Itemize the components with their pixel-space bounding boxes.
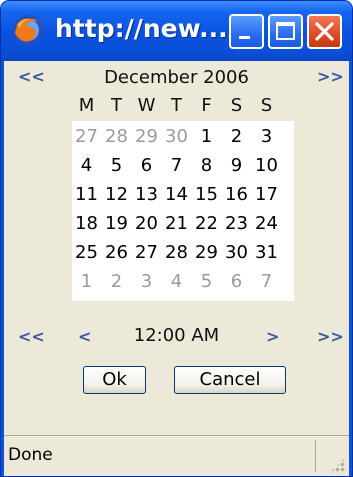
day-cell-other-month[interactable]: 7 xyxy=(253,268,280,295)
weekday-label: T xyxy=(171,95,182,116)
day-cell[interactable]: 21 xyxy=(163,210,190,237)
weekday-label: S xyxy=(260,95,273,116)
time-value: 12:00 AM xyxy=(133,325,220,346)
status-divider xyxy=(315,440,316,472)
day-cell[interactable]: 4 xyxy=(73,152,100,179)
day-cell[interactable]: 23 xyxy=(223,210,250,237)
day-cell[interactable]: 14 xyxy=(163,181,190,208)
title-bar[interactable]: http://new... xyxy=(1,1,352,61)
day-cell[interactable]: 29 xyxy=(193,239,220,266)
resize-grip[interactable] xyxy=(330,457,346,473)
day-cell-other-month[interactable]: 2 xyxy=(103,268,130,295)
day-cell-other-month[interactable]: 27 xyxy=(73,123,100,150)
day-cell-other-month[interactable]: 6 xyxy=(223,268,250,295)
close-icon xyxy=(315,22,334,41)
day-cell[interactable]: 26 xyxy=(103,239,130,266)
day-cell[interactable]: 19 xyxy=(103,210,130,237)
day-cell[interactable]: 8 xyxy=(193,152,220,179)
day-cell-other-month[interactable]: 28 xyxy=(103,123,130,150)
weekday-label: W xyxy=(137,95,156,116)
firefox-icon xyxy=(13,15,43,45)
day-cell[interactable]: 24 xyxy=(253,210,280,237)
day-cell[interactable]: 17 xyxy=(253,181,280,208)
close-button[interactable] xyxy=(307,14,342,49)
day-cell[interactable]: 10 xyxy=(253,152,280,179)
day-cell-other-month[interactable]: 3 xyxy=(133,268,160,295)
weekday-label: M xyxy=(78,95,95,116)
day-cell[interactable]: 22 xyxy=(193,210,220,237)
day-cell[interactable]: 20 xyxy=(133,210,160,237)
time-forward-button[interactable]: > xyxy=(266,327,279,346)
weekday-label: F xyxy=(201,95,212,116)
day-cell[interactable]: 31 xyxy=(253,239,280,266)
next-month-button[interactable]: >> xyxy=(317,67,344,86)
day-cell[interactable]: 9 xyxy=(223,152,250,179)
minimize-button[interactable] xyxy=(229,14,264,49)
window-content: << December 2006 >> MTWTFSS 27 28 29 30 1 2 3 4… xyxy=(4,61,349,476)
day-cell[interactable]: 6 xyxy=(133,152,160,179)
day-cell[interactable]: 28 xyxy=(163,239,190,266)
day-cell-other-month[interactable]: 1 xyxy=(73,268,100,295)
day-cell[interactable]: 15 xyxy=(193,181,220,208)
day-cell[interactable]: 1 xyxy=(193,123,220,150)
time-forward-fast-button[interactable]: >> xyxy=(317,327,344,346)
day-cell[interactable]: 16 xyxy=(223,181,250,208)
window-title: http://new... xyxy=(55,14,228,43)
maximize-button[interactable] xyxy=(268,14,303,49)
day-cell[interactable]: 25 xyxy=(73,239,100,266)
minimize-icon xyxy=(239,36,250,39)
day-cell-other-month[interactable]: 29 xyxy=(133,123,160,150)
calendar-grid: 27 28 29 30 1 2 3 4 5 6 7 8 9 10 11 12 13 14 15 16 17 18 19 20 2… xyxy=(72,121,294,301)
weekday-label: S xyxy=(230,95,243,116)
day-cell[interactable]: 13 xyxy=(133,181,160,208)
day-cell-other-month[interactable]: 5 xyxy=(193,268,220,295)
day-cell[interactable]: 3 xyxy=(253,123,280,150)
month-navigation: << December 2006 >> xyxy=(4,65,349,91)
day-cell[interactable]: 11 xyxy=(73,181,100,208)
day-cell-other-month[interactable]: 30 xyxy=(163,123,190,150)
day-cell[interactable]: 27 xyxy=(133,239,160,266)
day-cell-other-month[interactable]: 4 xyxy=(163,268,190,295)
cancel-button[interactable]: Cancel xyxy=(174,366,286,394)
popup-window: http://new... << December 2006 >> MTWTFS… xyxy=(0,0,353,477)
maximize-icon xyxy=(276,22,295,40)
weekday-header: MTWTFSS xyxy=(4,95,349,121)
weekday-label: T xyxy=(111,95,122,116)
ok-button[interactable]: Ok xyxy=(83,366,146,394)
day-cell[interactable]: 12 xyxy=(103,181,130,208)
day-cell[interactable]: 2 xyxy=(223,123,250,150)
month-year-label: December 2006 xyxy=(104,67,249,88)
day-cell[interactable]: 30 xyxy=(223,239,250,266)
status-bar: Done xyxy=(4,435,349,476)
day-cell[interactable]: 18 xyxy=(73,210,100,237)
status-text: Done xyxy=(8,445,53,465)
day-cell[interactable]: 5 xyxy=(103,152,130,179)
day-cell[interactable]: 7 xyxy=(163,152,190,179)
time-navigation: << < 12:00 AM > >> xyxy=(4,325,349,351)
